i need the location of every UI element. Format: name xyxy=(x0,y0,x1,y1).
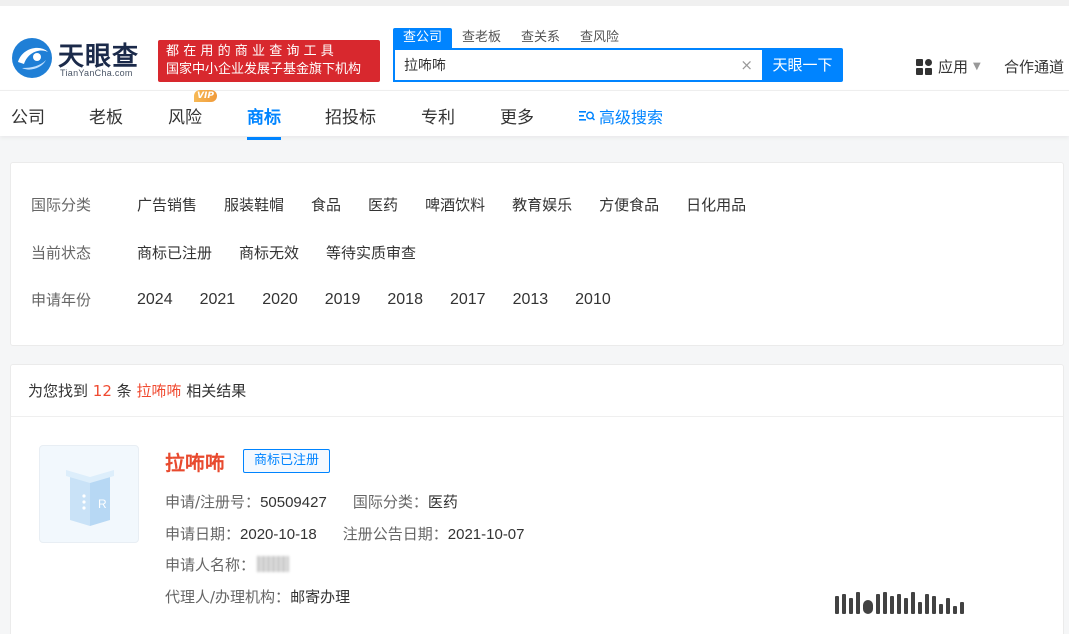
filter-option[interactable]: 方便食品 xyxy=(599,194,659,215)
nav-tab-patent[interactable]: 专利 xyxy=(421,103,455,128)
summary-unit: 条 xyxy=(116,382,132,400)
promo-banner[interactable]: 都在用的商业查询工具 国家中小企业发展子基金旗下机构 xyxy=(158,40,380,82)
filter-option[interactable]: 2019 xyxy=(325,291,361,309)
filter-option[interactable]: 啤酒饮料 xyxy=(425,194,485,215)
results-summary: 为您找到 12 条 拉咘咘 相关结果 xyxy=(11,365,1063,417)
filter-option[interactable]: 教育娱乐 xyxy=(512,194,572,215)
filter-option[interactable]: 广告销售 xyxy=(137,194,197,215)
nav-tab-boss[interactable]: 老板 xyxy=(89,103,123,128)
tianyancha-logo[interactable]: 天眼查 TianYanCha.com xyxy=(10,36,150,84)
trademark-name[interactable]: 拉咘咘 xyxy=(165,447,225,476)
search-tab-company[interactable]: 查公司 xyxy=(393,28,453,48)
search-keyword: 拉咘咘 xyxy=(136,382,182,400)
caret-down-icon: ▼ xyxy=(973,61,981,72)
info-row-applicant: 申请人名称： xyxy=(165,554,290,575)
summary-prefix: 为您找到 xyxy=(28,382,89,400)
filter-label: 国际分类 xyxy=(31,196,92,214)
filter-option[interactable]: 服装鞋帽 xyxy=(224,194,284,215)
filter-option[interactable]: 商标已注册 xyxy=(137,242,212,263)
result-count: 12 xyxy=(92,382,112,400)
regno-label: 申请/注册号： xyxy=(165,493,261,511)
info-row-regno: 申请/注册号：50509427 国际分类：医药 xyxy=(165,491,458,512)
class-label: 国际分类： xyxy=(352,493,428,511)
banner-line-2: 国家中小企业发展子基金旗下机构 xyxy=(166,62,362,77)
partner-channel-link[interactable]: 合作通道 xyxy=(1004,56,1064,77)
filter-row-status: 当前状态 商标已注册 商标无效 等待实质审查 xyxy=(31,242,443,263)
logo-subtext: TianYanCha.com xyxy=(60,68,133,78)
applicant-value-blurred xyxy=(257,556,290,572)
filter-option[interactable]: 2017 xyxy=(450,291,486,309)
filter-row-year: 申请年份 2024 2021 2020 2019 2018 2017 2013 … xyxy=(31,289,638,310)
filter-option[interactable]: 2020 xyxy=(262,291,298,309)
filter-option[interactable]: 2013 xyxy=(513,291,549,309)
search-tab-relation[interactable]: 查关系 xyxy=(511,28,570,48)
filter-label: 申请年份 xyxy=(31,291,92,309)
filter-search-icon xyxy=(579,111,595,121)
filter-option[interactable]: 商标无效 xyxy=(239,242,299,263)
filter-label: 当前状态 xyxy=(31,244,92,262)
agent-value: 邮寄办理 xyxy=(290,588,351,606)
top-header: 天眼查 TianYanCha.com 都在用的商业查询工具 国家中小企业发展子基… xyxy=(0,0,1069,90)
search-box: × xyxy=(393,48,763,82)
nav-tab-company[interactable]: 公司 xyxy=(11,103,45,128)
apps-grid-icon xyxy=(916,58,932,75)
class-value: 医药 xyxy=(427,493,458,511)
summary-suffix: 相关结果 xyxy=(186,382,247,400)
advanced-search-link[interactable]: 高级搜索 xyxy=(579,104,663,128)
agent-label: 代理人/办理机构： xyxy=(165,588,291,606)
search-button[interactable]: 天眼一下 xyxy=(762,48,843,82)
nav-tab-more[interactable]: 更多 xyxy=(500,103,534,128)
trademark-image[interactable]: R xyxy=(39,445,139,543)
filter-option[interactable]: 2024 xyxy=(137,291,173,309)
filter-option[interactable]: 日化用品 xyxy=(686,194,746,215)
nav-tab-risk[interactable]: 风险 xyxy=(168,103,202,128)
apply-date-label: 申请日期： xyxy=(165,525,241,543)
publish-date-value: 2021-10-07 xyxy=(447,526,525,543)
banner-line-1: 都在用的商业查询工具 xyxy=(166,44,339,59)
info-row-agent: 代理人/办理机构：邮寄办理 xyxy=(165,586,350,607)
filter-panel: 国际分类 广告销售 服装鞋帽 食品 医药 啤酒饮料 教育娱乐 方便食品 日化用品… xyxy=(10,162,1064,346)
filter-option[interactable]: 食品 xyxy=(311,194,341,215)
search-tab-boss[interactable]: 查老板 xyxy=(452,28,511,48)
filter-option[interactable]: 2010 xyxy=(575,291,611,309)
search-input[interactable] xyxy=(395,50,725,80)
apply-date-value: 2020-10-18 xyxy=(240,526,317,543)
clear-icon[interactable]: × xyxy=(740,56,753,74)
svg-text:R: R xyxy=(98,497,107,511)
book-icon: R xyxy=(66,470,114,526)
regno-value: 50509427 xyxy=(260,494,327,511)
info-row-dates: 申请日期：2020-10-18 注册公告日期：2021-10-07 xyxy=(165,523,525,544)
category-nav: 公司 老板 风险 VIP 商标 招投标 专利 更多 高级搜索 xyxy=(0,90,1069,140)
status-badge: 商标已注册 xyxy=(243,449,331,473)
filter-option[interactable]: 医药 xyxy=(368,194,398,215)
filter-option[interactable]: 2021 xyxy=(200,291,236,309)
filter-row-class: 国际分类 广告销售 服装鞋帽 食品 医药 啤酒饮料 教育娱乐 方便食品 日化用品 xyxy=(31,194,773,215)
search-tab-risk[interactable]: 查风险 xyxy=(570,28,629,48)
advanced-search-label: 高级搜索 xyxy=(599,108,664,127)
search-type-tabs: 查公司 查老板 查关系 查风险 xyxy=(393,28,629,48)
apps-label: 应用 xyxy=(938,58,969,76)
filter-option[interactable]: 2018 xyxy=(387,291,423,309)
watermark xyxy=(835,588,1055,614)
publish-date-label: 注册公告日期： xyxy=(342,525,448,543)
applicant-label: 申请人名称： xyxy=(165,556,256,574)
vip-badge: VIP xyxy=(194,90,217,102)
nav-tab-trademark[interactable]: 商标 xyxy=(247,103,281,140)
apps-menu[interactable]: 应用 ▼ xyxy=(916,56,981,77)
logo-icon xyxy=(12,38,52,78)
filter-option[interactable]: 等待实质审查 xyxy=(326,242,416,263)
nav-tab-bidding[interactable]: 招投标 xyxy=(325,103,376,128)
